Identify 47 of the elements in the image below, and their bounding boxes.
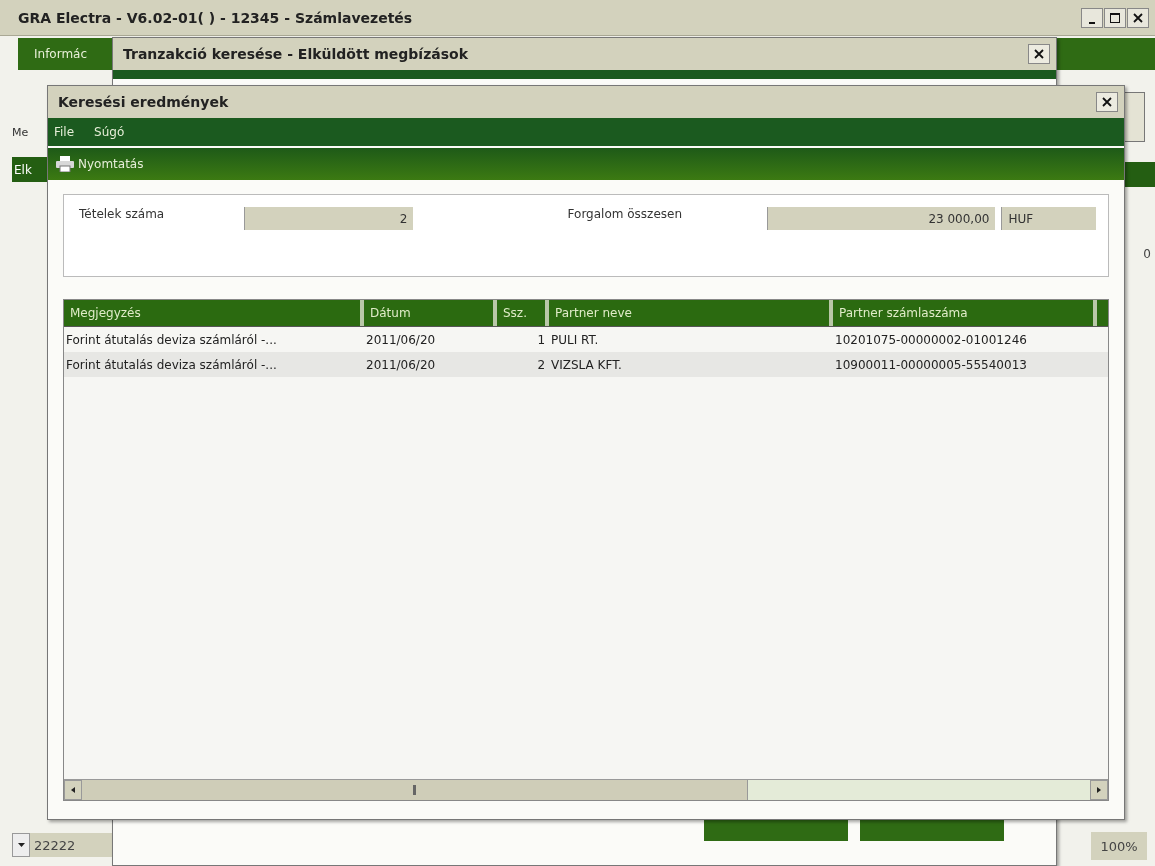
right-arrow-icon [1097, 787, 1101, 793]
maximize-icon [1110, 12, 1120, 23]
grip-icon [413, 785, 416, 795]
side-label: Me [12, 126, 29, 139]
table-cell-text: 2 [536, 356, 547, 374]
menu-tab[interactable]: Informác [18, 38, 112, 70]
dropdown-button[interactable] [12, 833, 30, 857]
printer-icon [56, 156, 74, 172]
maximize-button[interactable] [1104, 7, 1126, 28]
table-cell-text: 2011/06/20 [365, 356, 437, 374]
dialog-title: Keresési eredmények [58, 94, 229, 110]
table-row[interactable]: Forint átutalás deviza számláról -... 2011/06/20 2 VIZSLA KFT. 10900011-00000005-55540013 [64, 352, 1108, 377]
table-cell-text: 10201075-00000002-01001246 [834, 331, 1028, 349]
close-icon [1102, 97, 1112, 107]
table-cell-text: PULI RT. [550, 331, 600, 349]
side-value: 0 [1143, 247, 1151, 261]
table-cell-text: Forint átutalás deviza számláról -... [65, 356, 278, 374]
table-cell-text: Forint átutalás deviza számláról -... [65, 331, 278, 349]
close-icon [1133, 12, 1143, 23]
table-cell-text: 10900011-00000005-55540013 [834, 356, 1028, 374]
table-cell-text: 1 [536, 331, 547, 349]
scroll-right-button[interactable] [1090, 780, 1108, 800]
close-icon [1034, 49, 1044, 59]
zoom-level: 100% [1091, 832, 1147, 860]
total-field: 23 000,00 [766, 207, 996, 230]
close-button[interactable] [1096, 92, 1118, 112]
count-label: Tételek száma [79, 207, 166, 221]
left-arrow-icon [71, 787, 75, 793]
window-title: GRA Electra - V6.02-01( ) - 12345 - Számlavezetés [18, 9, 413, 26]
menu-item[interactable]: Súgó [94, 125, 125, 139]
caret-icon [17, 843, 25, 847]
scroll-left-button[interactable] [64, 780, 82, 800]
scroll-thumb[interactable] [82, 780, 748, 800]
dialog-title: Tranzakció keresése - Elküldött megbízások [123, 46, 468, 62]
minimize-button[interactable] [1081, 7, 1103, 28]
print-button[interactable]: Nyomtatás [56, 156, 144, 172]
table-cell-text: VIZSLA KFT. [550, 356, 623, 374]
close-button[interactable] [1028, 44, 1050, 64]
currency-field: HUF [1001, 207, 1096, 230]
horizontal-scrollbar[interactable] [64, 779, 1108, 800]
total-label: Forgalom összesen [567, 207, 684, 221]
menu-item[interactable]: File [54, 125, 75, 139]
minimize-icon [1089, 21, 1095, 24]
table-cell-text: 2011/06/20 [365, 331, 437, 349]
account-field[interactable]: 22222 [30, 833, 112, 857]
close-button[interactable] [1127, 7, 1149, 28]
count-field: 2 [244, 207, 414, 230]
